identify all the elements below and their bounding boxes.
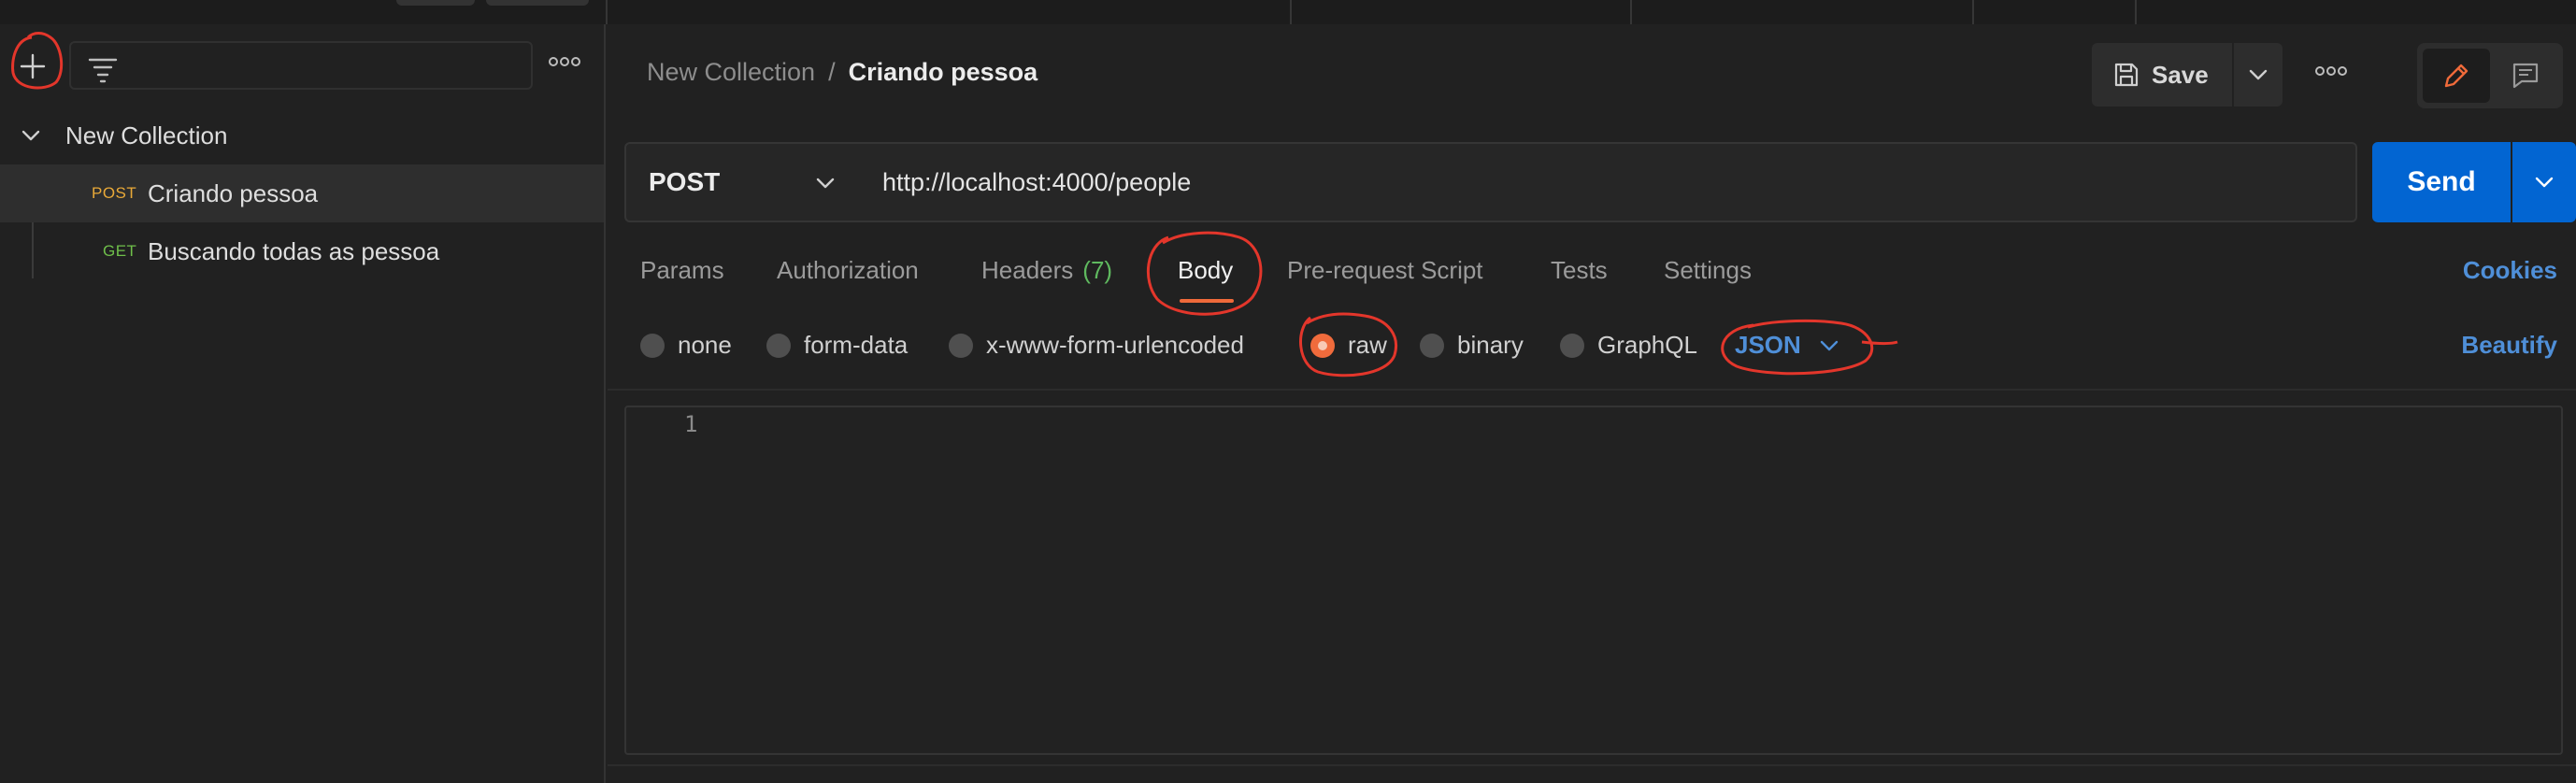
radio-button[interactable] — [1560, 333, 1584, 358]
body-type-binary[interactable]: binary — [1420, 331, 1524, 360]
floppy-disk-icon — [2114, 63, 2139, 87]
tab-headers-label: Headers — [981, 256, 1074, 284]
request-label: Criando pessoa — [148, 178, 319, 207]
chevron-down-icon — [2535, 177, 2554, 188]
new-button[interactable] — [13, 47, 52, 86]
view-mode-toggle — [2417, 43, 2563, 108]
collection-label: New Collection — [65, 121, 228, 149]
tab-divider — [1630, 0, 1632, 24]
tab-divider — [606, 0, 608, 24]
tab-headers[interactable]: Headers (7) — [981, 256, 1112, 285]
chevron-down-icon[interactable] — [21, 126, 41, 145]
breadcrumb-separator: / — [828, 58, 836, 86]
save-label: Save — [2152, 60, 2209, 89]
top-button[interactable] — [486, 0, 589, 6]
tab-body[interactable]: Body — [1178, 256, 1233, 285]
chevron-down-icon — [2249, 69, 2268, 80]
collection-item[interactable]: New Collection — [0, 107, 604, 164]
filter-icon — [88, 58, 118, 83]
body-type-none[interactable]: none — [640, 331, 732, 360]
edit-mode-button[interactable] — [2423, 49, 2490, 103]
body-type-raw[interactable]: raw — [1310, 331, 1387, 360]
beautify-link[interactable]: Beautify — [2461, 331, 2557, 360]
method-badge: POST — [92, 184, 137, 202]
breadcrumb: New Collection / Criando pessoa — [647, 58, 1038, 87]
radio-label: x-www-form-urlencoded — [986, 331, 1244, 359]
top-tab-strip — [0, 0, 2576, 24]
more-horizontal-icon — [549, 57, 580, 66]
radio-label: raw — [1348, 331, 1387, 359]
body-type-urlencoded[interactable]: x-www-form-urlencoded — [949, 331, 1244, 360]
divider — [608, 764, 2576, 766]
body-type-form-data[interactable]: form-data — [766, 331, 908, 360]
request-label: Buscando todas as pessoa — [148, 236, 440, 265]
tab-divider — [1972, 0, 1974, 24]
tab-params[interactable]: Params — [640, 256, 724, 285]
url-input[interactable] — [860, 142, 2357, 222]
body-editor[interactable]: 1 — [624, 406, 2563, 755]
filter-button[interactable] — [84, 50, 122, 88]
breadcrumb-request[interactable]: Criando pessoa — [849, 58, 1038, 86]
radio-label: form-data — [804, 331, 909, 359]
raw-language-value: JSON — [1735, 331, 1801, 359]
more-horizontal-icon — [2315, 66, 2347, 76]
request-item[interactable]: POST Criando pessoa — [0, 164, 604, 222]
top-button[interactable] — [396, 0, 475, 6]
tab-divider — [1290, 0, 1292, 24]
radio-label: GraphQL — [1597, 331, 1697, 359]
request-item[interactable]: GET Buscando todas as pessoa — [0, 222, 604, 280]
radio-button[interactable] — [949, 333, 973, 358]
tab-authorization[interactable]: Authorization — [777, 256, 919, 285]
radio-button[interactable] — [640, 333, 665, 358]
send-options-button[interactable] — [2512, 142, 2576, 222]
radio-button-selected[interactable] — [1310, 333, 1335, 358]
plus-icon — [20, 53, 46, 79]
search-input[interactable] — [69, 41, 533, 90]
headers-count: (7) — [1082, 256, 1113, 284]
request-more-button[interactable] — [2314, 65, 2348, 77]
chevron-down-icon — [1820, 340, 1839, 350]
tab-settings[interactable]: Settings — [1664, 256, 1752, 285]
chevron-down-icon — [816, 178, 835, 189]
pencil-icon — [2444, 64, 2469, 88]
method-value: POST — [649, 167, 721, 196]
comment-icon — [2512, 63, 2539, 89]
divider — [608, 389, 2576, 391]
body-type-graphql[interactable]: GraphQL — [1560, 331, 1697, 360]
radio-button[interactable] — [766, 333, 791, 358]
tab-pre-request-script[interactable]: Pre-request Script — [1287, 256, 1483, 285]
radio-button[interactable] — [1420, 333, 1444, 358]
line-number: 1 — [684, 411, 698, 437]
sidebar-more-button[interactable] — [548, 56, 581, 67]
sidebar: New Collection POST Criando pessoa GET B… — [0, 24, 606, 783]
comments-button[interactable] — [2492, 49, 2559, 103]
method-badge: GET — [103, 242, 137, 260]
method-select[interactable]: POST — [624, 142, 862, 222]
cookies-link[interactable]: Cookies — [2463, 256, 2557, 285]
radio-label: none — [678, 331, 732, 359]
save-options-button[interactable] — [2234, 43, 2283, 107]
send-button[interactable]: Send — [2372, 142, 2511, 222]
breadcrumb-collection[interactable]: New Collection — [647, 58, 815, 86]
tab-divider — [2135, 0, 2137, 24]
tab-tests[interactable]: Tests — [1551, 256, 1608, 285]
active-tab-indicator — [1180, 299, 1234, 303]
radio-label: binary — [1457, 331, 1524, 359]
save-button[interactable]: Save — [2092, 43, 2232, 107]
raw-language-select[interactable]: JSON — [1735, 331, 1839, 360]
